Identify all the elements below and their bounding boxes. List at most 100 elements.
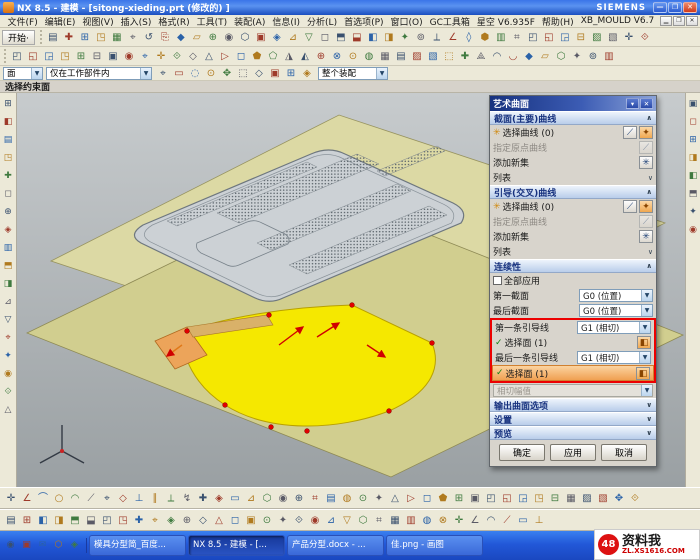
maximize-button[interactable]: ❐ bbox=[668, 2, 682, 13]
curve-rule-icon[interactable]: ⟋ bbox=[623, 126, 637, 139]
toolbar-icon[interactable]: ◡ bbox=[506, 49, 521, 64]
toolbar-icon[interactable]: ▥ bbox=[493, 30, 508, 45]
toolbar-icon[interactable]: ⟐ bbox=[2, 383, 15, 401]
toolbar-icon[interactable]: ⟐ bbox=[170, 49, 185, 64]
toolbar-icon[interactable]: △ bbox=[2, 401, 15, 419]
toolbar-icon[interactable]: ⊞ bbox=[20, 513, 35, 528]
menu-item[interactable]: 装配(A) bbox=[231, 15, 269, 28]
toolbar-icon[interactable]: ▱ bbox=[538, 49, 553, 64]
toolbar-icon[interactable]: ⬒ bbox=[687, 185, 700, 203]
toolbar-icon[interactable]: ⊞ bbox=[687, 131, 700, 149]
dialog-title-bar[interactable]: 艺术曲面 ▾ ✕ bbox=[490, 96, 656, 111]
toolbar-icon[interactable]: ✚ bbox=[2, 167, 15, 185]
taskbar-window-button[interactable]: NX 8.5 - 建模 - [... bbox=[188, 535, 285, 556]
toolbar-icon[interactable]: ◉ bbox=[221, 30, 236, 45]
toolbar-icon[interactable]: ▧ bbox=[426, 49, 441, 64]
toolbar-icon[interactable]: △ bbox=[388, 491, 403, 506]
select-curve-row[interactable]: ✳ 选择曲线 (0) ⟋ ✦ bbox=[490, 125, 656, 140]
toolbar-icon[interactable]: ⬟ bbox=[250, 49, 265, 64]
toolbar-icon[interactable]: ◊ bbox=[461, 30, 476, 45]
toolbar-icon[interactable]: ◨ bbox=[687, 149, 700, 167]
toolbar-icon[interactable]: ◨ bbox=[381, 30, 396, 45]
toolbar-icon[interactable]: ⟐ bbox=[628, 491, 643, 506]
section-header-continuity[interactable]: 连续性 ∧ bbox=[490, 259, 656, 273]
toolbar-icon[interactable]: ⬡ bbox=[52, 538, 66, 553]
toolbar-icon[interactable]: ◧ bbox=[2, 113, 15, 131]
toolbar-icon[interactable]: ◉ bbox=[4, 538, 18, 553]
toolbar-icon[interactable]: ◲ bbox=[42, 49, 57, 64]
toolbar-icon[interactable]: ⊗ bbox=[330, 49, 345, 64]
toolbar-icon[interactable]: ▤ bbox=[2, 131, 15, 149]
toolbar-icon[interactable]: ⊙ bbox=[204, 66, 219, 81]
toolbar-icon[interactable]: ◇ bbox=[186, 49, 201, 64]
toolbar-icon[interactable]: ◉ bbox=[308, 513, 323, 528]
toolbar-icon[interactable]: ⊞ bbox=[452, 491, 467, 506]
add-new-set-row[interactable]: 添加新集 ✳ bbox=[490, 155, 656, 170]
menu-item[interactable]: 信息(I) bbox=[269, 15, 304, 28]
toolbar-icon[interactable]: ⟐ bbox=[637, 30, 652, 45]
toolbar-icon[interactable]: ⌖ bbox=[2, 329, 15, 347]
toolbar-icon[interactable]: ▥ bbox=[2, 239, 15, 257]
toolbar-icon[interactable]: ↺ bbox=[141, 30, 156, 45]
toolbar-icon[interactable]: ▣ bbox=[20, 538, 34, 553]
toolbar-icon[interactable]: ◠ bbox=[490, 49, 505, 64]
toolbar-icon[interactable]: ◉ bbox=[122, 49, 137, 64]
toolbar-icon[interactable]: ⬚ bbox=[236, 66, 251, 81]
menu-item[interactable]: 视图(V) bbox=[79, 15, 117, 28]
ok-button[interactable]: 确定 bbox=[499, 444, 545, 461]
toolbar-icon[interactable]: ▦ bbox=[109, 30, 124, 45]
toolbar-icon[interactable]: ▥ bbox=[404, 513, 419, 528]
toolbar-icon[interactable]: ◲ bbox=[516, 491, 531, 506]
toolbar-icon[interactable]: ✦ bbox=[397, 30, 412, 45]
toolbar-icon[interactable]: ◆ bbox=[173, 30, 188, 45]
toolbar-icon[interactable]: ◳ bbox=[532, 491, 547, 506]
toolbar-icon[interactable]: ▽ bbox=[2, 311, 15, 329]
menu-item[interactable]: 插入(S) bbox=[117, 15, 155, 28]
toolbar-icon[interactable]: ✦ bbox=[372, 491, 387, 506]
curve-rule-icon[interactable]: ⟋ bbox=[623, 200, 637, 213]
toolbar-icon[interactable]: ⌖ bbox=[148, 513, 163, 528]
toolbar-icon[interactable]: ◈ bbox=[164, 513, 179, 528]
select-face-row-1[interactable]: ✓ 选择面 (1) ◧ bbox=[492, 335, 654, 350]
toolbar-icon[interactable]: ◧ bbox=[365, 30, 380, 45]
toolbar-icon[interactable]: ✥ bbox=[220, 66, 235, 81]
toolbar-icon[interactable]: ⊟ bbox=[90, 49, 105, 64]
apply-all-checkbox[interactable] bbox=[493, 276, 502, 285]
section-header-output[interactable]: 输出曲面选项 ∨ bbox=[490, 398, 656, 412]
close-button[interactable]: ✕ bbox=[683, 2, 697, 13]
toolbar-icon[interactable]: ⊙ bbox=[260, 513, 275, 528]
toolbar-icon[interactable]: ✛ bbox=[452, 513, 467, 528]
toolbar-icon[interactable]: ⬡ bbox=[356, 513, 371, 528]
toolbar-icon[interactable]: ⌖ bbox=[156, 66, 171, 81]
toolbar-icon[interactable]: ◻ bbox=[234, 49, 249, 64]
toolbar-icon[interactable]: ✦ bbox=[687, 203, 700, 221]
toolbar-icon[interactable]: ◈ bbox=[300, 66, 315, 81]
toolbar-icon[interactable]: ✦ bbox=[2, 347, 15, 365]
toolbar-icon[interactable]: ▦ bbox=[378, 49, 393, 64]
toolbar-icon[interactable]: ✦ bbox=[276, 513, 291, 528]
toolbar-icon[interactable]: ▣ bbox=[468, 491, 483, 506]
toolbar-icon[interactable]: ◰ bbox=[484, 491, 499, 506]
toolbar-icon[interactable]: ◻ bbox=[2, 185, 15, 203]
toolbar-icon[interactable]: ⬡ bbox=[237, 30, 252, 45]
toolbar-icon[interactable]: ▧ bbox=[596, 491, 611, 506]
toolbar-icon[interactable]: ▣ bbox=[687, 95, 700, 113]
toolbar-icon[interactable]: ▤ bbox=[394, 49, 409, 64]
toolbar-icon[interactable]: ⊕ bbox=[292, 491, 307, 506]
toolbar-icon[interactable]: ◻ bbox=[687, 113, 700, 131]
toolbar-icon[interactable]: ◆ bbox=[522, 49, 537, 64]
toolbar-icon[interactable]: ⊥ bbox=[132, 491, 147, 506]
toolbar-icon[interactable]: ◳ bbox=[58, 49, 73, 64]
toolbar-icon[interactable]: ⊙ bbox=[356, 491, 371, 506]
minimize-button[interactable]: — bbox=[653, 2, 667, 13]
toolbar-icon[interactable]: ◠ bbox=[484, 513, 499, 528]
mdi-close-button[interactable]: ✕ bbox=[686, 16, 698, 26]
section-header-guide-curves[interactable]: 引导(交叉)曲线 ∧ bbox=[490, 185, 656, 199]
add-new-set-icon[interactable]: ✳ bbox=[639, 156, 653, 169]
toolbar-icon[interactable]: ◍ bbox=[420, 513, 435, 528]
toolbar-icon[interactable]: ⬠ bbox=[266, 49, 281, 64]
type-filter-combo[interactable]: 面▼ bbox=[3, 67, 43, 80]
toolbar-icon[interactable]: ⊚ bbox=[413, 30, 428, 45]
toolbar-icon[interactable]: ⊗ bbox=[436, 513, 451, 528]
taskbar-window-button[interactable]: 模具分型简_百度... bbox=[89, 535, 186, 556]
